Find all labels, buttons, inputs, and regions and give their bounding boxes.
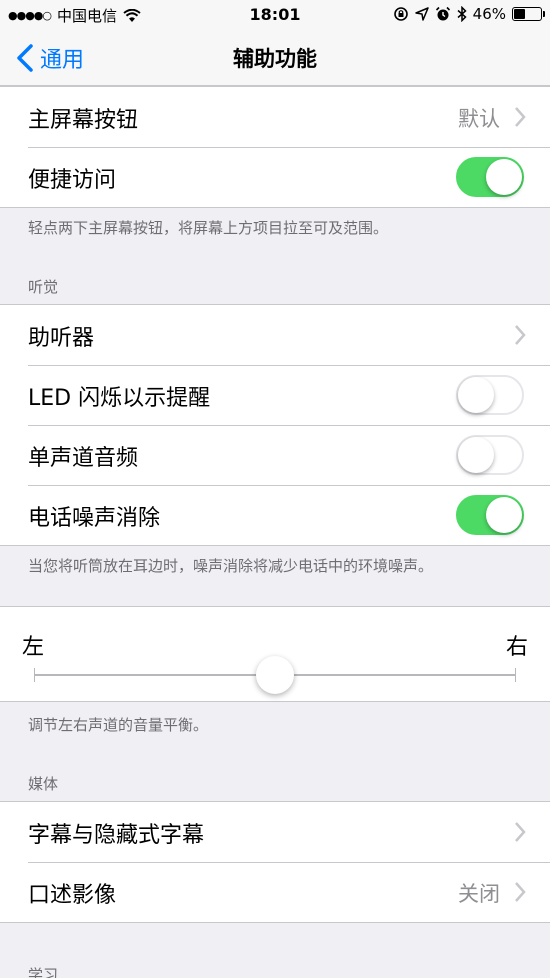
slider-tick-right xyxy=(515,668,516,682)
reachability-label: 便捷访问 xyxy=(28,168,117,193)
mono-audio-toggle[interactable] xyxy=(456,435,524,475)
audio-description-row[interactable]: 口述影像 关闭 xyxy=(0,862,550,922)
balance-slider-track[interactable] xyxy=(34,656,516,694)
led-flash-row: LED 闪烁以示提醒 xyxy=(0,365,550,425)
hearing-aids-row[interactable]: 助听器 xyxy=(0,305,550,365)
reachability-row: 便捷访问 xyxy=(0,147,550,207)
chevron-right-icon xyxy=(515,882,526,902)
noise-cancellation-footer: 当您将听筒放在耳边时，噪声消除将减少电话中的环境噪声。 xyxy=(28,557,434,575)
orientation-lock-icon xyxy=(393,7,408,21)
toggle-knob xyxy=(486,159,522,195)
hearing-aids-label: 助听器 xyxy=(28,326,95,351)
location-icon xyxy=(414,7,429,21)
mono-audio-row: 单声道音频 xyxy=(0,425,550,485)
toggle-knob xyxy=(486,497,522,533)
balance-footer: 调节左右声道的音量平衡。 xyxy=(28,716,209,734)
battery-icon xyxy=(512,7,545,21)
alarm-icon xyxy=(435,6,450,21)
page-title: 辅助功能 xyxy=(233,47,317,71)
audio-description-value: 关闭 xyxy=(458,882,500,906)
navigation-bar: 通用 辅助功能 xyxy=(0,30,550,86)
balance-right-label: 右 xyxy=(505,635,528,660)
reachability-footer: 轻点两下主屏幕按钮，将屏幕上方项目拉至可及范围。 xyxy=(28,219,389,237)
learning-section-header: 学习 xyxy=(28,966,59,978)
battery-percentage: 46% xyxy=(472,5,506,23)
toggle-knob xyxy=(458,377,494,413)
home-reachability-group: 主屏幕按钮 默认 便捷访问 xyxy=(0,86,550,208)
mono-audio-label: 单声道音频 xyxy=(28,446,139,471)
home-button-row[interactable]: 主屏幕按钮 默认 xyxy=(0,87,550,147)
slider-tick-left xyxy=(34,668,35,682)
noise-cancellation-row: 电话噪声消除 xyxy=(0,485,550,545)
led-flash-toggle[interactable] xyxy=(456,375,524,415)
hearing-section-header: 听觉 xyxy=(28,278,59,296)
led-flash-label: LED 闪烁以示提醒 xyxy=(28,386,211,411)
chevron-right-icon xyxy=(515,107,526,127)
noise-cancellation-toggle[interactable] xyxy=(456,495,524,535)
bluetooth-icon xyxy=(457,6,467,22)
audio-description-label: 口述影像 xyxy=(28,883,117,908)
subtitles-row[interactable]: 字幕与隐藏式字幕 xyxy=(0,802,550,862)
media-group: 字幕与隐藏式字幕 口述影像 关闭 xyxy=(0,801,550,923)
balance-group: 左 右 xyxy=(0,606,550,702)
home-button-label: 主屏幕按钮 xyxy=(28,108,139,133)
noise-cancellation-label: 电话噪声消除 xyxy=(28,506,161,531)
media-section-header: 媒体 xyxy=(28,775,59,793)
home-button-value: 默认 xyxy=(458,107,500,131)
chevron-right-icon xyxy=(515,325,526,345)
reachability-toggle[interactable] xyxy=(456,157,524,197)
balance-slider-thumb[interactable] xyxy=(256,656,294,694)
hearing-group: 助听器 LED 闪烁以示提醒 单声道音频 电话噪声消除 xyxy=(0,304,550,546)
status-bar: ●●●●○ 中国电信 18:01 46% xyxy=(0,0,550,30)
subtitles-label: 字幕与隐藏式字幕 xyxy=(28,823,205,848)
balance-left-label: 左 xyxy=(22,635,45,660)
battery-fill xyxy=(514,9,526,19)
chevron-right-icon xyxy=(515,822,526,842)
toggle-knob xyxy=(458,437,494,473)
